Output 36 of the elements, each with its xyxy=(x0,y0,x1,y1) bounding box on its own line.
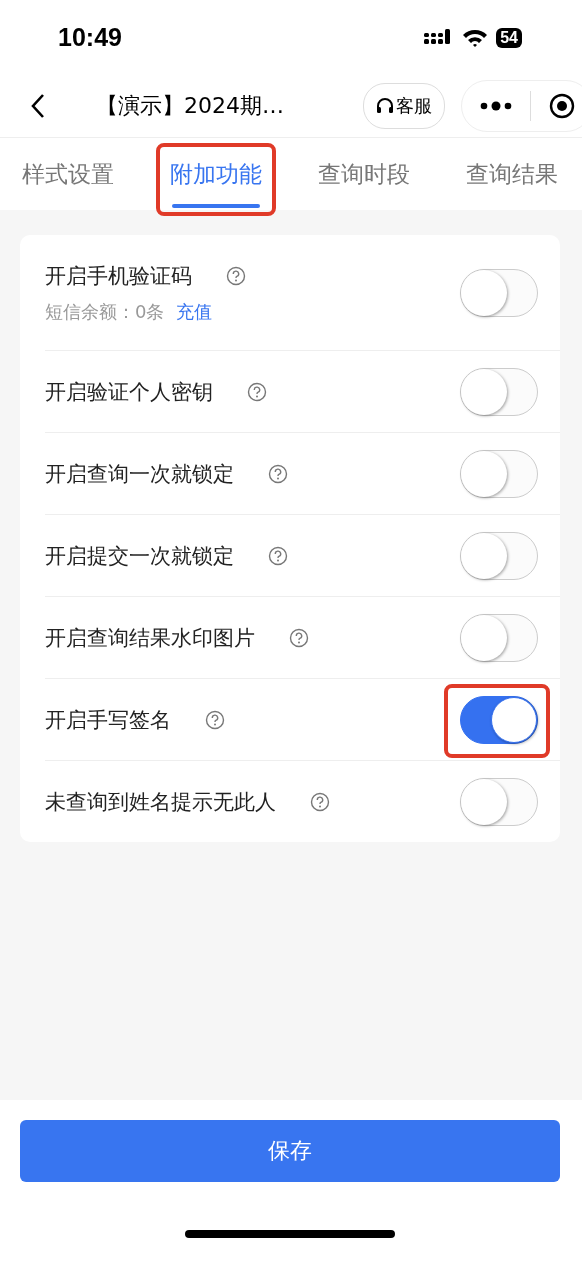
toggle-switch[interactable] xyxy=(460,367,538,416)
save-button[interactable]: 保存 xyxy=(20,1120,560,1182)
setting-label: 开启查询一次就锁定 xyxy=(45,460,234,488)
back-icon[interactable] xyxy=(30,93,46,119)
setting-label: 开启验证个人密钥 xyxy=(45,378,213,406)
status-time: 10:49 xyxy=(58,23,122,52)
battery-level: 54 xyxy=(496,27,522,48)
headset-icon xyxy=(376,97,394,115)
toggle-switch[interactable] xyxy=(460,531,538,580)
help-icon[interactable] xyxy=(226,265,246,286)
help-icon[interactable] xyxy=(205,709,225,730)
setting-label: 开启手写签名 xyxy=(45,706,171,734)
toggle-switch[interactable] xyxy=(460,695,538,744)
customer-service-button[interactable]: 客服 xyxy=(363,83,445,129)
wifi-icon xyxy=(462,28,489,47)
setting-label: 未查询到姓名提示无此人 xyxy=(45,788,276,816)
sms-balance: 短信余额：0条 xyxy=(45,299,165,324)
setting-label: 开启提交一次就锁定 xyxy=(45,542,234,570)
tab[interactable]: 查询结果 xyxy=(466,138,558,210)
setting-label: 开启手机验证码 xyxy=(45,262,192,290)
toggle-switch[interactable] xyxy=(460,613,538,662)
tab[interactable]: 查询时段 xyxy=(318,138,410,210)
help-icon[interactable] xyxy=(247,381,267,402)
page-title: 【演示】2024期… xyxy=(96,92,285,120)
tab[interactable]: 样式设置 xyxy=(22,138,114,210)
setting-label: 开启查询结果水印图片 xyxy=(45,624,255,652)
toggle-switch[interactable] xyxy=(460,777,538,826)
more-icon[interactable] xyxy=(480,101,512,111)
help-icon[interactable] xyxy=(310,791,330,812)
toggle-switch[interactable] xyxy=(460,449,538,498)
help-icon[interactable] xyxy=(268,545,288,566)
recharge-link[interactable]: 充值 xyxy=(176,299,213,324)
toggle-switch[interactable] xyxy=(460,268,538,317)
tab[interactable]: 附加功能 xyxy=(170,138,262,210)
help-icon[interactable] xyxy=(289,627,309,648)
help-icon[interactable] xyxy=(268,463,288,484)
